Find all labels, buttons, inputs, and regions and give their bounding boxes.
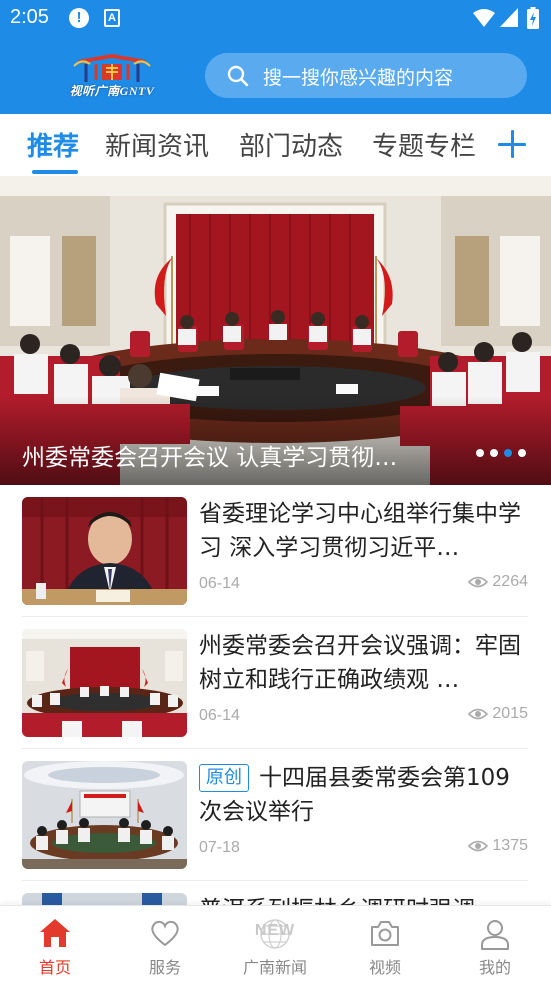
news-item[interactable]: 原创 十四届县委常委会第109次会议举行 07-18 1375 xyxy=(22,749,528,881)
news-view-count: 2264 xyxy=(492,573,528,590)
original-tag: 原创 xyxy=(199,764,249,792)
search-icon xyxy=(227,65,249,87)
user-icon xyxy=(481,920,509,950)
banner-carousel[interactable]: 州委常委会召开会议 认真学习贯彻… xyxy=(0,176,551,485)
tab-special[interactable]: 专题专栏 xyxy=(372,126,476,163)
news-views: 2015 xyxy=(468,705,528,723)
news-title: 州委常委会召开会议强调：牢固树立和践行正确政绩观 … xyxy=(199,633,521,693)
battery-charging-icon xyxy=(527,7,539,29)
news-view-count: 2015 xyxy=(492,705,528,722)
news-view-count: 1375 xyxy=(492,837,528,854)
bottom-navigation: 首页 服务 NEW 广南新闻 视频 我的 xyxy=(0,905,551,981)
tab-clip: 专题专栏 xyxy=(366,114,476,176)
heart-icon xyxy=(151,920,179,947)
search-placeholder: 搜一搜你感兴趣的内容 xyxy=(263,67,454,89)
search-bar[interactable]: 搜一搜你感兴趣的内容 xyxy=(205,53,527,98)
news-thumbnail xyxy=(22,761,187,869)
app-header: 2:05 ! A 视听广南GNTV 搜一搜你感兴趣的内容 xyxy=(0,0,551,114)
eye-icon xyxy=(468,840,489,852)
news-date: 06-14 xyxy=(199,707,240,724)
nav-service-label: 服务 xyxy=(148,958,181,977)
news-thumbnail xyxy=(22,629,187,737)
nav-mine-label: 我的 xyxy=(478,958,511,977)
news-item[interactable]: 省委理论学习中心组举行集中学习 深入学习贯彻习近平… 06-14 2264 xyxy=(22,485,528,617)
eye-icon xyxy=(468,708,489,720)
news-views: 2264 xyxy=(468,573,528,591)
home-icon xyxy=(40,919,70,947)
tab-recommend[interactable]: 推荐 xyxy=(27,126,79,163)
news-item[interactable]: 州委常委会召开会议强调：牢固树立和践行正确政绩观 … 06-14 2015 xyxy=(22,617,528,749)
nav-gn-news[interactable]: NEW 广南新闻 xyxy=(220,906,330,981)
app-notification-icon: A xyxy=(104,9,120,27)
nav-home[interactable]: 首页 xyxy=(0,906,110,981)
new-badge: NEW xyxy=(254,922,296,939)
carousel-dot[interactable] xyxy=(518,449,526,457)
category-tabs: 推荐 新闻资讯 部门动态 专题专栏 xyxy=(0,114,551,176)
eye-icon xyxy=(468,576,489,588)
banner-caption[interactable]: 州委常委会召开会议 认真学习贯彻… xyxy=(22,438,462,472)
plus-icon[interactable] xyxy=(498,130,528,160)
tab-fade xyxy=(470,114,496,176)
nav-video[interactable]: 视频 xyxy=(330,906,440,981)
nav-home-label: 首页 xyxy=(38,958,71,977)
alert-icon: ! xyxy=(69,8,89,28)
carousel-dot[interactable] xyxy=(476,449,484,457)
logo-emblem-icon xyxy=(73,54,151,82)
logo-text: 视听广南GNTV xyxy=(69,84,155,98)
news-date: 07-18 xyxy=(199,839,240,856)
tab-indicator xyxy=(32,170,78,174)
nav-gn-news-label: 广南新闻 xyxy=(242,958,307,977)
camera-icon xyxy=(371,921,399,946)
carousel-dot[interactable] xyxy=(490,449,498,457)
tab-department[interactable]: 部门动态 xyxy=(239,126,343,163)
tab-news[interactable]: 新闻资讯 xyxy=(105,126,209,163)
wifi-icon xyxy=(473,9,495,27)
signal-icon xyxy=(500,8,518,27)
status-time: 2:05 xyxy=(10,6,49,28)
news-views: 1375 xyxy=(468,837,528,855)
status-bar: 2:05 ! A xyxy=(0,0,551,36)
news-thumbnail xyxy=(22,497,187,605)
nav-video-label: 视频 xyxy=(368,958,401,977)
nav-mine[interactable]: 我的 xyxy=(440,906,550,981)
news-title: 省委理论学习中心组举行集中学习 深入学习贯彻习近平… xyxy=(199,501,521,561)
news-date: 06-14 xyxy=(199,575,240,592)
nav-service[interactable]: 服务 xyxy=(110,906,220,981)
carousel-dot-active[interactable] xyxy=(504,449,512,457)
news-title: 原创 十四届县委常委会第109次会议举行 xyxy=(199,761,525,829)
app-logo[interactable]: 视听广南GNTV xyxy=(34,52,190,100)
carousel-indicator xyxy=(476,449,536,459)
